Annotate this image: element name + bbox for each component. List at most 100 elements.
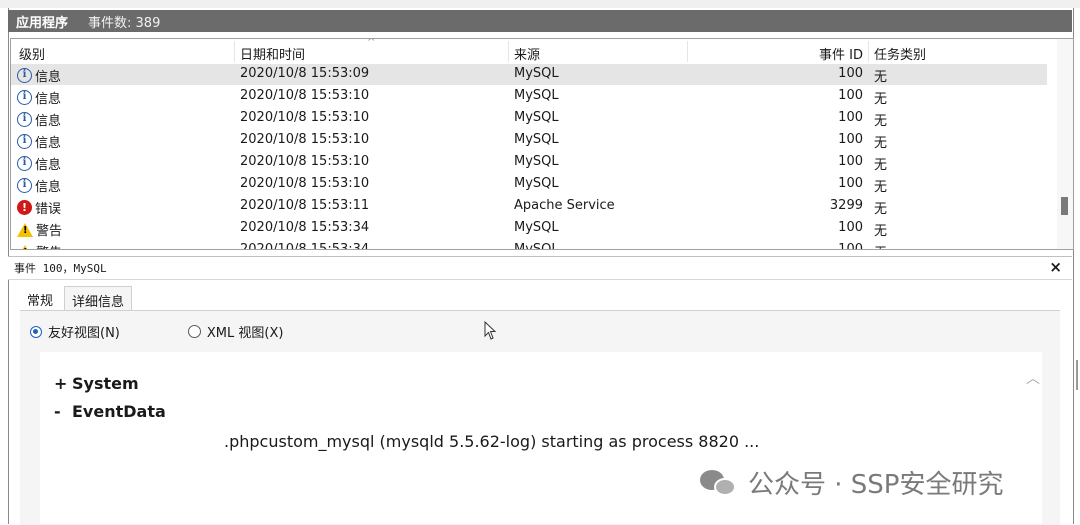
row-task: 无 [874,92,888,107]
tree-node-eventdata[interactable]: - EventData [54,402,166,421]
row-datetime: 2020/10/8 15:53:10 [240,88,370,103]
column-separator[interactable] [234,41,235,62]
list-header: 级别 ^ 日期和时间 来源 事件 ID 任务类别 [11,38,1051,63]
row-source: MySQL [514,242,559,250]
column-datetime[interactable]: 日期和时间 [240,44,305,63]
warning-icon: ! [17,244,33,249]
friendly-view-option[interactable]: 友好视图(N) [30,322,120,341]
watermark-text: 公众号 · SSP安全研究 [748,470,1004,500]
detail-tabs: 常规 详细信息 [20,286,136,311]
mouse-cursor-icon [484,321,497,340]
sort-caret-icon: ^ [367,38,376,48]
table-row[interactable]: !警告 2020/10/8 15:53:34 MySQL 100 无 [11,218,1047,239]
scroll-thumb[interactable] [1061,197,1068,215]
xml-view-option[interactable]: XML 视图(X) [187,322,284,341]
table-row[interactable]: ! 错误 2020/10/8 15:53:11 Apache Service 32… [11,196,1047,217]
row-level: 信息 [35,180,62,195]
tree-node-label: EventData [72,402,166,421]
expand-toggle[interactable]: + [54,374,72,393]
tab-general[interactable]: 常规 [20,286,60,310]
row-datetime: 2020/10/8 15:53:09 [240,66,370,81]
row-datetime: 2020/10/8 15:53:11 [240,198,370,213]
row-task: 无 [874,242,887,249]
table-row[interactable]: i 信息 2020/10/8 15:53:10 MySQL 100 无 [11,108,1047,129]
row-source: MySQL [514,110,559,125]
event-list[interactable]: 级别 ^ 日期和时间 来源 事件 ID 任务类别 i 信息 2020/10/8 1… [10,38,1074,250]
row-source: MySQL [514,154,559,169]
row-source: MySQL [514,132,559,147]
detail-title: 事件 100，MySQL [14,262,107,275]
row-level: 信息 [35,136,62,151]
row-level: 信息 [35,114,62,129]
detail-header: 事件 100，MySQL × [8,256,1072,280]
row-event-id: 100 [838,176,863,191]
table-row[interactable]: i 信息 2020/10/8 15:53:10 MySQL 100 无 [11,86,1047,107]
row-task: 无 [874,114,888,129]
wechat-icon [700,468,738,498]
row-task: 无 [874,202,888,217]
row-source: Apache Service [514,198,615,213]
close-icon[interactable]: × [1049,258,1062,276]
friendly-view-label: 友好视图(N) [48,326,120,341]
column-level[interactable]: 级别 [19,44,45,63]
row-source: MySQL [514,88,559,103]
column-separator[interactable] [508,41,509,62]
row-source: MySQL [514,220,559,235]
row-task: 无 [874,70,888,85]
row-datetime: 2020/10/8 15:53:10 [240,154,370,169]
row-event-id: 100 [838,132,863,147]
table-row[interactable]: !警告 2020/10/8 15:53:34 MySQL 100 无 [11,240,1047,250]
warning-icon: ! [17,222,33,237]
row-source: MySQL [514,176,559,191]
right-edge-marker [1076,360,1078,390]
title-bar: 应用程序 事件数: 389 [8,10,1072,32]
log-name: 应用程序 [16,15,69,31]
error-icon: ! [17,200,32,215]
column-event-id[interactable]: 事件 ID [687,44,863,63]
row-level: 警告 [36,242,62,249]
info-icon: i [17,156,32,171]
column-source[interactable]: 来源 [514,44,540,63]
row-event-id: 3299 [829,198,863,213]
radio-icon[interactable] [187,325,201,338]
row-datetime: 2020/10/8 15:53:34 [240,220,370,235]
chevron-up-icon[interactable]: ︿ [1026,368,1040,388]
info-icon: i [17,90,32,105]
row-datetime: 2020/10/8 15:53:34 [240,242,370,250]
row-level: 错误 [35,202,62,217]
row-event-id: 100 [838,66,863,81]
row-task: 无 [874,180,888,195]
list-scrollbar[interactable] [1057,39,1073,249]
table-row[interactable]: i 信息 2020/10/8 15:53:10 MySQL 100 无 [11,130,1047,151]
row-task: 无 [874,136,888,151]
collapse-toggle[interactable]: - [54,402,72,421]
column-task[interactable]: 任务类别 [874,44,926,63]
xml-view-label: XML 视图(X) [206,326,284,341]
info-icon: i [17,178,32,193]
row-level: 警告 [36,224,63,239]
view-options: 友好视图(N) XML 视图(X) [30,322,351,341]
top-strip [0,0,1080,8]
row-datetime: 2020/10/8 15:53:10 [240,176,370,191]
tab-details[interactable]: 详细信息 [64,286,133,311]
tree-node-label: System [72,374,139,393]
tree-node-system[interactable]: + System [54,374,139,393]
column-separator[interactable] [868,41,869,62]
row-task: 无 [874,224,888,239]
table-row[interactable]: i 信息 2020/10/8 15:53:09 MySQL 100 无 [11,64,1047,85]
row-event-id: 100 [838,242,863,250]
watermark: 公众号 · SSP安全研究 [700,464,1003,501]
row-event-id: 100 [838,154,863,169]
row-task: 无 [874,158,888,173]
radio-selected-icon[interactable] [30,325,42,338]
info-icon: i [17,68,32,83]
row-event-id: 100 [838,220,863,235]
table-row[interactable]: i 信息 2020/10/8 15:53:10 MySQL 100 无 [11,152,1047,173]
info-icon: i [17,112,32,127]
row-source: MySQL [514,66,559,81]
info-icon: i [17,134,32,149]
table-row[interactable]: i 信息 2020/10/8 15:53:10 MySQL 100 无 [11,174,1047,195]
row-level: 信息 [35,158,62,173]
event-data-text: .phpcustom_mysql (mysqld 5.5.62-log) sta… [224,432,760,451]
row-level: 信息 [35,92,62,107]
